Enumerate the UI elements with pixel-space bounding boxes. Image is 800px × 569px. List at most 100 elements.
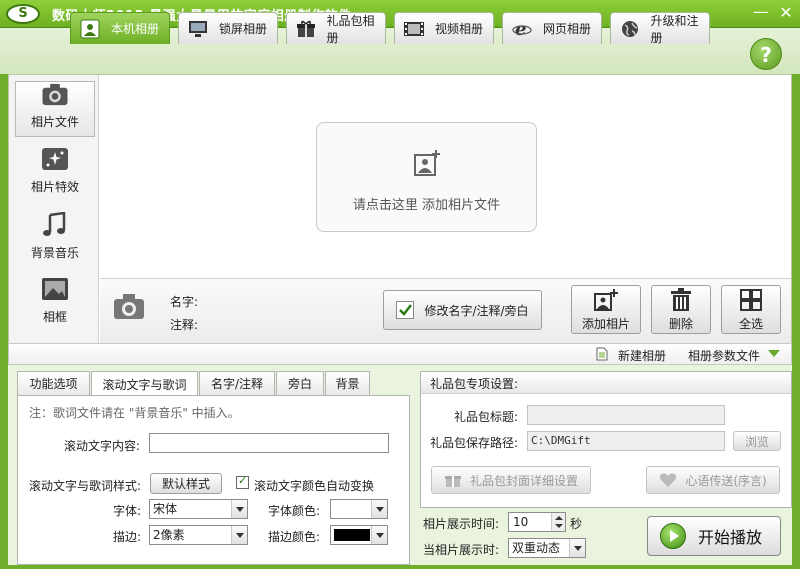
tab-function-options[interactable]: 功能选项 <box>17 371 90 395</box>
chevron-down-icon[interactable] <box>768 350 780 357</box>
default-style-button[interactable]: 默认样式 <box>150 473 222 494</box>
tab-name-note[interactable]: 名字/注释 <box>199 371 275 395</box>
stroke-label: 描边: <box>113 530 142 544</box>
album-toolbar-strip <box>8 343 792 365</box>
auto-color-checkbox[interactable] <box>236 474 249 489</box>
gift-title-label: 礼品包标题: <box>454 410 519 424</box>
gift-cover-settings-button[interactable]: 礼品包封面详细设置 <box>431 466 591 494</box>
tab-label: 旁白 <box>287 377 312 391</box>
chevron-down-icon <box>371 500 387 518</box>
tab-label: 礼品包相册 <box>326 13 375 45</box>
nav-label: 相片文件 <box>30 115 79 129</box>
select-all-button[interactable]: 全选 <box>721 285 781 334</box>
tab-narration[interactable]: 旁白 <box>276 371 324 395</box>
modify-button-label: 修改名字/注释/旁白 <box>424 303 529 318</box>
gift-save-path-input[interactable]: C:\DMGift <box>527 431 725 451</box>
nav-label: 相框 <box>42 310 67 324</box>
tab-label: 背景 <box>335 377 360 391</box>
globe-icon <box>619 19 640 39</box>
heart-message-button[interactable]: 心语传送(序言) <box>646 466 780 494</box>
left-nav: 相片文件 相片特效 背景音乐 相框 <box>9 75 99 343</box>
stepper-up-icon[interactable] <box>551 513 565 522</box>
heart-icon <box>660 473 677 487</box>
font-select[interactable]: 宋体 <box>149 499 248 519</box>
tab-scroll-lyrics[interactable]: 滚动文字与歌词 <box>91 371 198 396</box>
heart-message-label: 心语传送(序言) <box>685 473 767 488</box>
nav-frame[interactable]: 相框 <box>15 275 95 331</box>
tab-gift-album[interactable]: 礼品包相册 <box>286 12 386 45</box>
camera-icon <box>42 83 68 106</box>
tab-label: 滚动文字与歌词 <box>102 377 187 392</box>
seconds-label: 秒 <box>570 517 583 531</box>
gift-title-input[interactable] <box>527 405 725 425</box>
help-button[interactable]: ? <box>750 38 782 70</box>
chevron-down-icon <box>231 526 247 544</box>
music-note-icon <box>43 212 66 236</box>
font-color-swatch <box>334 503 370 515</box>
monitor-icon <box>187 19 209 39</box>
tab-lockscreen-album[interactable]: 锁屏相册 <box>178 12 278 44</box>
tab-label: 名字/注释 <box>210 377 264 391</box>
nav-photo-files[interactable]: 相片文件 <box>15 81 95 137</box>
modify-name-note-button[interactable]: 修改名字/注释/旁白 <box>383 290 542 330</box>
film-icon <box>403 19 425 39</box>
tab-label: 锁屏相册 <box>219 22 268 36</box>
tab-local-album[interactable]: 本机相册 <box>70 12 170 44</box>
show-time-label: 相片展示时间: <box>423 517 500 531</box>
select-all-label: 全选 <box>738 316 763 331</box>
gift-cover-label: 礼品包封面详细设置 <box>469 473 578 488</box>
stroke-color-label: 描边颜色: <box>268 530 321 544</box>
tab-background[interactable]: 背景 <box>325 371 370 395</box>
font-label: 字体: <box>113 504 142 518</box>
nav-photo-effects[interactable]: 相片特效 <box>15 145 95 201</box>
tab-web-album[interactable]: e 网页相册 <box>502 12 602 44</box>
chevron-down-icon <box>371 526 387 544</box>
scroll-content-label: 滚动文字内容: <box>64 439 141 453</box>
sparkle-icon <box>42 148 68 170</box>
font-color-select[interactable] <box>330 499 388 519</box>
grid-icon <box>740 288 762 311</box>
photo-frame-icon <box>79 19 101 39</box>
add-photo-label: 添加相片 <box>581 316 630 331</box>
scroll-content-input[interactable] <box>149 433 389 453</box>
tab-upgrade-register[interactable]: 升级和注册 <box>610 12 710 45</box>
tab-label: 视频相册 <box>435 22 484 36</box>
camera-icon <box>114 294 144 319</box>
browse-button[interactable]: 浏览 <box>733 431 781 451</box>
add-image-icon <box>594 288 618 311</box>
start-play-label: 开始播放 <box>698 528 763 547</box>
photo-note-label: 注释: <box>170 318 199 332</box>
new-album-button[interactable]: 新建相册 <box>618 347 666 364</box>
minimize-button[interactable]: — <box>751 3 771 23</box>
add-photo-button[interactable]: 添加相片 <box>571 285 641 334</box>
stroke-color-select[interactable] <box>330 525 388 545</box>
show-time-stepper[interactable]: 10 <box>508 512 566 532</box>
tab-label: 升级和注册 <box>650 13 699 45</box>
delete-button[interactable]: 删除 <box>651 285 711 334</box>
stepper-down-icon[interactable] <box>551 522 565 531</box>
font-color-label: 字体颜色: <box>268 504 321 518</box>
play-icon <box>660 523 686 549</box>
add-photo-dropzone[interactable] <box>316 122 537 232</box>
gift-icon <box>295 19 316 39</box>
album-param-file-menu[interactable]: 相册参数文件 <box>688 347 760 364</box>
chevron-down-icon <box>569 539 585 557</box>
nav-label: 背景音乐 <box>30 246 79 260</box>
when-showing-value: 双重动态 <box>512 541 561 555</box>
start-play-button[interactable]: 开始播放 <box>647 516 781 556</box>
nav-background-music[interactable]: 背景音乐 <box>15 211 95 267</box>
add-image-icon <box>414 150 440 176</box>
gift-save-path-label: 礼品包保存路径: <box>430 436 519 450</box>
photo-name-label: 名字: <box>170 295 199 309</box>
stroke-value: 2像素 <box>153 528 185 542</box>
close-button[interactable]: ✕ <box>776 3 796 23</box>
chevron-down-icon <box>231 500 247 518</box>
tab-video-album[interactable]: 视频相册 <box>394 12 494 44</box>
stroke-select[interactable]: 2像素 <box>149 525 248 545</box>
when-showing-label: 当相片展示时: <box>423 543 500 557</box>
gift-panel-title: 礼品包专项设置: <box>430 377 519 391</box>
tab-label: 本机相册 <box>111 22 160 36</box>
show-time-value: 10 <box>513 515 529 529</box>
svg-text:e: e <box>515 19 526 39</box>
when-showing-select[interactable]: 双重动态 <box>508 538 586 558</box>
